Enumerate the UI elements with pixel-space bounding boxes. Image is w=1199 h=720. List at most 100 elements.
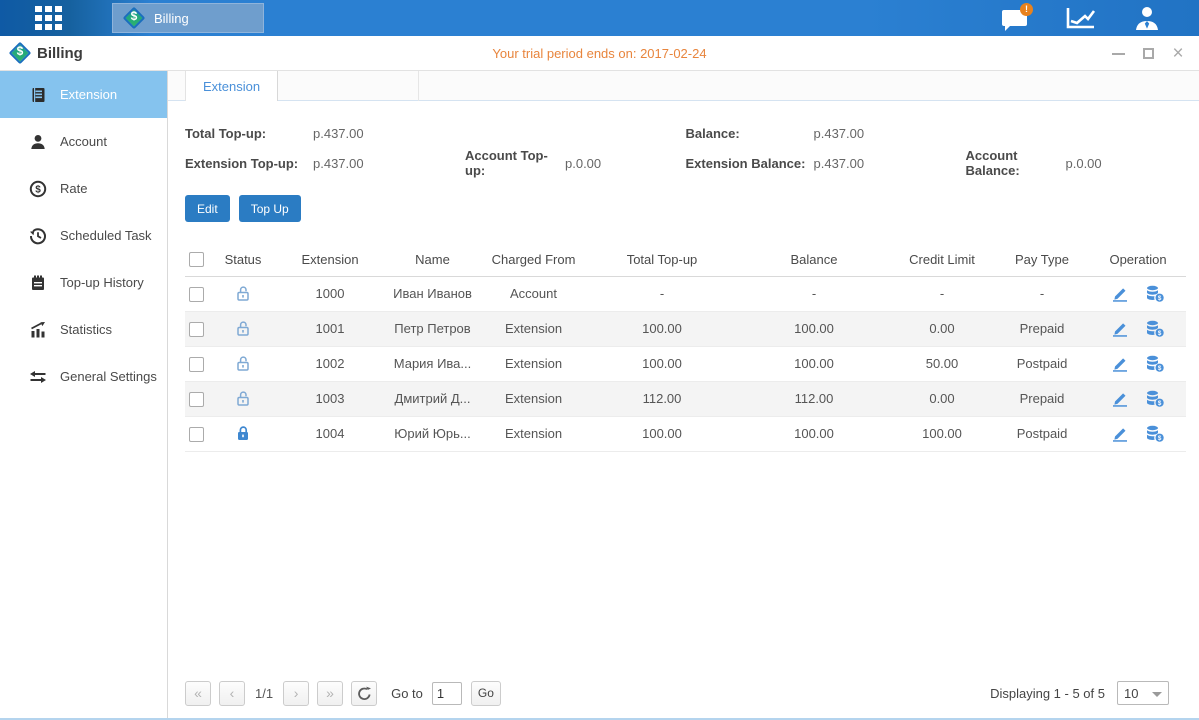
cell-pay-type: Postpaid bbox=[994, 346, 1090, 381]
row-checkbox[interactable] bbox=[189, 427, 204, 442]
cell-pay-type: Postpaid bbox=[994, 416, 1090, 451]
edit-icon[interactable] bbox=[1111, 320, 1129, 337]
tab-extension[interactable]: Extension bbox=[185, 71, 278, 101]
svg-text:$: $ bbox=[1158, 435, 1162, 442]
topup-icon[interactable]: $ bbox=[1145, 390, 1165, 407]
reports-chart-icon[interactable] bbox=[1065, 6, 1097, 30]
toolbar: Edit Top Up bbox=[168, 178, 1199, 222]
lock-open-icon bbox=[235, 390, 251, 407]
cell-total-topup: - bbox=[586, 276, 738, 311]
window-header: $ Billing Your trial period ends on: 201… bbox=[0, 36, 1199, 71]
ledger-icon bbox=[29, 86, 47, 104]
cell-extension: 1003 bbox=[276, 381, 384, 416]
sidebar-item-label: Extension bbox=[60, 87, 117, 102]
column-header-credit-limit: Credit Limit bbox=[890, 243, 994, 276]
sidebar: Extension Account $ Rate bbox=[0, 71, 168, 718]
go-button[interactable]: Go bbox=[471, 681, 501, 706]
cell-total-topup: 112.00 bbox=[586, 381, 738, 416]
goto-label: Go to bbox=[391, 686, 423, 701]
topup-icon[interactable]: $ bbox=[1145, 425, 1165, 442]
apps-grid-icon[interactable] bbox=[35, 6, 69, 30]
edit-icon[interactable] bbox=[1111, 425, 1129, 442]
column-header-charged-from: Charged From bbox=[481, 243, 586, 276]
edit-icon[interactable] bbox=[1111, 285, 1129, 302]
cell-credit-limit: 50.00 bbox=[890, 346, 994, 381]
cell-name: Мария Ива... bbox=[384, 346, 481, 381]
refresh-button[interactable] bbox=[351, 681, 377, 706]
sidebar-item-label: Statistics bbox=[60, 322, 112, 337]
cell-balance: 100.00 bbox=[738, 311, 890, 346]
topup-icon[interactable]: $ bbox=[1145, 320, 1165, 337]
notifications-icon[interactable]: ! bbox=[1002, 6, 1029, 30]
account-balance-value: p.0.00 bbox=[1066, 156, 1176, 171]
topup-icon[interactable]: $ bbox=[1145, 355, 1165, 372]
lock-open-icon bbox=[235, 285, 251, 302]
billing-window-icon: $ bbox=[9, 42, 31, 64]
tab-strip: Extension bbox=[168, 71, 1199, 101]
minimize-button[interactable] bbox=[1111, 47, 1125, 61]
row-checkbox[interactable] bbox=[189, 392, 204, 407]
content-spacer bbox=[168, 452, 1199, 679]
cell-name: Иван Иванов bbox=[384, 276, 481, 311]
column-header-name: Name bbox=[384, 243, 481, 276]
extension-topup-value: p.437.00 bbox=[313, 156, 423, 171]
last-page-button[interactable]: » bbox=[317, 681, 343, 706]
sidebar-item-rate[interactable]: $ Rate bbox=[0, 165, 167, 212]
balance-value: p.437.00 bbox=[814, 126, 924, 141]
cell-total-topup: 100.00 bbox=[586, 346, 738, 381]
sidebar-item-scheduled-task[interactable]: Scheduled Task bbox=[0, 212, 167, 259]
extension-table-wrap: Status Extension Name Charged From Total… bbox=[168, 222, 1199, 452]
close-button[interactable]: × bbox=[1171, 47, 1185, 61]
pagination-bar: « ‹ 1/1 › » Go to Go Displaying 1 - 5 of… bbox=[168, 678, 1199, 718]
goto-page-input[interactable] bbox=[432, 682, 462, 705]
edit-icon[interactable] bbox=[1111, 355, 1129, 372]
prev-page-button[interactable]: ‹ bbox=[219, 681, 245, 706]
top-up-button[interactable]: Top Up bbox=[239, 195, 301, 222]
svg-text:$: $ bbox=[1158, 295, 1162, 302]
lock-open-icon bbox=[235, 355, 251, 372]
sidebar-item-topup-history[interactable]: Top-up History bbox=[0, 259, 167, 306]
cell-charged-from: Extension bbox=[481, 346, 586, 381]
cell-credit-limit: - bbox=[890, 276, 994, 311]
extension-table: Status Extension Name Charged From Total… bbox=[185, 243, 1186, 452]
row-checkbox[interactable] bbox=[189, 322, 204, 337]
sidebar-item-account[interactable]: Account bbox=[0, 118, 167, 165]
taskbar-tab-billing[interactable]: $ Billing bbox=[112, 3, 264, 33]
notebook-icon bbox=[29, 274, 47, 292]
tab-strip-blank bbox=[278, 71, 419, 101]
sidebar-item-extension[interactable]: Extension bbox=[0, 71, 167, 118]
cell-name: Юрий Юрь... bbox=[384, 416, 481, 451]
edit-icon[interactable] bbox=[1111, 390, 1129, 407]
cell-pay-type: - bbox=[994, 276, 1090, 311]
extension-balance-label: Extension Balance: bbox=[686, 156, 814, 171]
cell-name: Дмитрий Д... bbox=[384, 381, 481, 416]
edit-button[interactable]: Edit bbox=[185, 195, 230, 222]
column-header-total-topup: Total Top-up bbox=[586, 243, 738, 276]
next-page-button[interactable]: › bbox=[283, 681, 309, 706]
taskbar-tab-label: Billing bbox=[154, 11, 189, 26]
chat-tail-icon bbox=[1005, 25, 1011, 31]
chevron-down-icon bbox=[1152, 692, 1162, 697]
cell-charged-from: Extension bbox=[481, 416, 586, 451]
page-size-select[interactable]: 10 bbox=[1117, 681, 1169, 705]
cell-total-topup: 100.00 bbox=[586, 416, 738, 451]
svg-text:$: $ bbox=[35, 184, 41, 195]
table-row: 1001 Петр Петров Extension 100.00 100.00… bbox=[185, 311, 1186, 346]
select-all-checkbox[interactable] bbox=[189, 252, 204, 267]
cell-charged-from: Extension bbox=[481, 381, 586, 416]
topup-icon[interactable]: $ bbox=[1145, 285, 1165, 302]
sidebar-item-label: Rate bbox=[60, 181, 87, 196]
first-page-button[interactable]: « bbox=[185, 681, 211, 706]
cell-extension: 1000 bbox=[276, 276, 384, 311]
row-checkbox[interactable] bbox=[189, 357, 204, 372]
user-account-icon[interactable] bbox=[1133, 5, 1161, 31]
cell-balance: 100.00 bbox=[738, 416, 890, 451]
sidebar-item-statistics[interactable]: Statistics bbox=[0, 306, 167, 353]
notification-badge: ! bbox=[1020, 3, 1033, 16]
column-header-operation: Operation bbox=[1090, 243, 1186, 276]
row-checkbox[interactable] bbox=[189, 287, 204, 302]
sidebar-item-general-settings[interactable]: General Settings bbox=[0, 353, 167, 400]
maximize-button[interactable] bbox=[1141, 47, 1155, 61]
total-topup-label: Total Top-up: bbox=[185, 126, 313, 141]
stats-summary: Total Top-up: p.437.00 Extension Top-up:… bbox=[168, 101, 1199, 178]
